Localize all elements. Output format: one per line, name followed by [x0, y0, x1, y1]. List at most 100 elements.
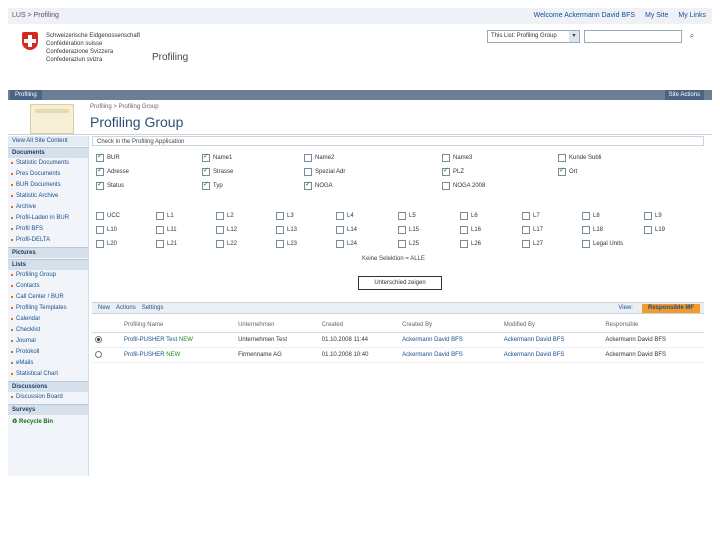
site-name[interactable]: Profiling [152, 52, 188, 63]
checkbox-box[interactable] [202, 180, 210, 190]
tab-profiling[interactable]: Profiling [10, 90, 42, 100]
nav-item[interactable]: Protokoll [8, 347, 88, 358]
welcome-menu[interactable]: Welcome Ackermann David BFS [534, 12, 635, 19]
checkbox-box[interactable] [582, 240, 590, 248]
user-link[interactable]: Ackermann David BFS [504, 352, 565, 358]
row-radio-cell[interactable] [92, 347, 112, 363]
filter-checkbox[interactable]: L9 [644, 212, 662, 220]
my-links-link[interactable]: My Links [678, 12, 706, 19]
column-header[interactable]: Unternehmen [235, 318, 319, 333]
checkbox-box[interactable] [442, 166, 450, 176]
profiling-name-link[interactable]: Profil-PUSHER Test [124, 337, 177, 343]
checkbox-box[interactable] [442, 154, 450, 162]
checkbox-box[interactable] [96, 226, 104, 234]
nav-item[interactable]: Archive [8, 202, 88, 213]
filter-checkbox[interactable]: NOGA 2008 [442, 182, 485, 190]
filter-checkbox[interactable]: L26 [460, 240, 481, 248]
checkbox-box[interactable] [96, 180, 104, 190]
search-input[interactable] [584, 30, 682, 43]
column-header[interactable]: Responsible [602, 318, 704, 333]
user-link[interactable]: Ackermann David BFS [402, 352, 463, 358]
checkbox-box[interactable] [336, 226, 344, 234]
checkbox-box[interactable] [96, 240, 104, 248]
filter-checkbox[interactable]: BUR [96, 152, 120, 162]
checkbox-box[interactable] [582, 226, 590, 234]
nav-item[interactable]: Statistic Documents [8, 158, 88, 169]
checkbox-box[interactable] [398, 226, 406, 234]
filter-checkbox[interactable]: L8 [582, 212, 600, 220]
checkbox-box[interactable] [522, 226, 530, 234]
nav-item[interactable]: BUR Documents [8, 180, 88, 191]
filter-checkbox[interactable]: L27 [522, 240, 543, 248]
nav-item[interactable]: Checklist [8, 325, 88, 336]
filter-checkbox[interactable]: L22 [216, 240, 237, 248]
table-row[interactable]: Profil-PUSHER NEW Firmenname AG 01.10.2008… [92, 347, 704, 363]
checkbox-box[interactable] [644, 212, 652, 220]
nav-section-heading[interactable]: Pictures [8, 247, 88, 258]
filter-checkbox[interactable]: Name3 [442, 154, 472, 162]
filter-checkbox[interactable]: L19 [644, 226, 665, 234]
filter-checkbox[interactable]: Name2 [304, 154, 334, 162]
breadcrumb[interactable]: Profiling > Profiling Group [90, 104, 159, 110]
row-select-radio[interactable] [95, 335, 102, 343]
filter-checkbox[interactable]: Typ [202, 180, 223, 190]
nav-item[interactable]: Discussion Board [8, 392, 88, 403]
view-all-content-link[interactable]: View All Site Content [8, 136, 88, 146]
nav-section-heading[interactable]: Discussions [8, 381, 88, 392]
checkbox-box[interactable] [202, 166, 210, 176]
checkbox-box[interactable] [336, 240, 344, 248]
nav-item[interactable]: Profiling Group [8, 270, 88, 281]
checkbox-box[interactable] [398, 240, 406, 248]
global-breadcrumb[interactable]: LUS > Profiling [12, 12, 59, 19]
checkbox-box[interactable] [202, 152, 210, 162]
filter-checkbox[interactable]: UCC [96, 212, 120, 220]
checkbox-box[interactable] [276, 212, 284, 220]
column-header[interactable] [92, 318, 112, 333]
filter-checkbox[interactable]: L4 [336, 212, 354, 220]
checkbox-box[interactable] [156, 240, 164, 248]
checkbox-box[interactable] [304, 180, 312, 190]
table-row[interactable]: Profil-PUSHER Test NEW Unternehmen Test 01… [92, 332, 704, 348]
checkbox-box[interactable] [558, 166, 566, 176]
filter-checkbox[interactable]: L5 [398, 212, 416, 220]
checkbox-box[interactable] [460, 212, 468, 220]
column-header[interactable] [111, 318, 121, 333]
checkbox-box[interactable] [276, 240, 284, 248]
nav-section-heading[interactable]: Lists [8, 259, 88, 270]
checkbox-box[interactable] [216, 212, 224, 220]
filter-checkbox[interactable]: L7 [522, 212, 540, 220]
filter-checkbox[interactable]: L11 [156, 226, 177, 234]
filter-checkbox[interactable]: L15 [398, 226, 419, 234]
actions-menu[interactable]: Actions [116, 305, 136, 311]
checkbox-box[interactable] [460, 240, 468, 248]
new-menu[interactable]: New [98, 305, 110, 311]
filter-checkbox[interactable]: L25 [398, 240, 419, 248]
user-link[interactable]: Ackermann David BFS [402, 337, 463, 343]
nav-item[interactable]: Profil-DELTA [8, 235, 88, 246]
checkbox-box[interactable] [156, 212, 164, 220]
checkbox-box[interactable] [522, 212, 530, 220]
checkbox-box[interactable] [216, 240, 224, 248]
filter-checkbox[interactable]: L1 [156, 212, 174, 220]
filter-checkbox[interactable]: L21 [156, 240, 177, 248]
nav-item[interactable]: Contacts [8, 281, 88, 292]
filter-checkbox[interactable]: L18 [582, 226, 603, 234]
column-header[interactable]: Created [318, 318, 400, 333]
search-scope-select[interactable]: This List: Profiling Group ▾ [487, 30, 580, 43]
recycle-bin-link[interactable]: ♻ Recycle Bin [8, 415, 88, 428]
checkbox-box[interactable] [156, 226, 164, 234]
checkbox-box[interactable] [276, 226, 284, 234]
profiling-name-cell[interactable]: Profil-PUSHER NEW [120, 347, 236, 363]
filter-checkbox[interactable]: Spezial Adr [304, 168, 345, 176]
nav-item[interactable]: Statistical Chart [8, 369, 88, 380]
checkbox-box[interactable] [216, 226, 224, 234]
my-site-link[interactable]: My Site [645, 12, 668, 19]
checkbox-box[interactable] [398, 212, 406, 220]
filter-checkbox[interactable]: L24 [336, 240, 357, 248]
checkbox-box[interactable] [96, 212, 104, 220]
column-header[interactable]: Profiling Name [120, 318, 236, 333]
filter-checkbox[interactable]: L17 [522, 226, 543, 234]
nav-item[interactable]: Profil BFS [8, 224, 88, 235]
filter-checkbox[interactable]: Strasse [202, 166, 233, 176]
nav-item[interactable]: Pres Documents [8, 169, 88, 180]
